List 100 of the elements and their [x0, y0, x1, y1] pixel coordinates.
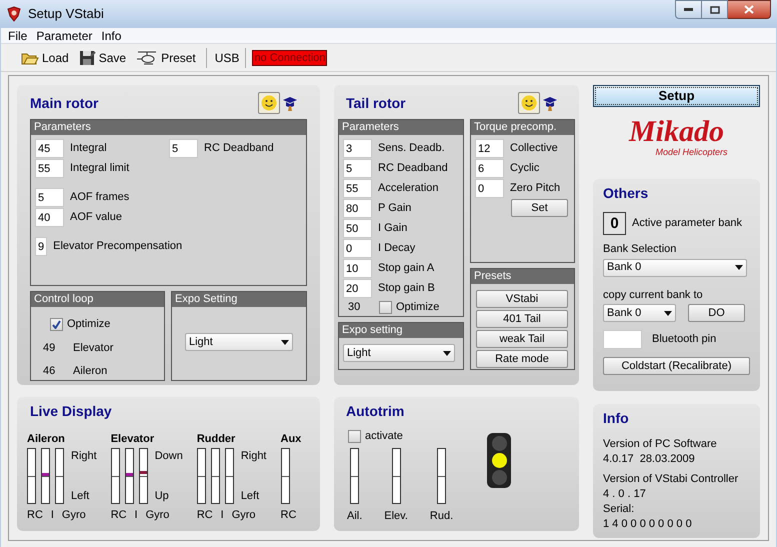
checkbox[interactable]	[348, 430, 361, 443]
input-field[interactable]: 9	[35, 237, 48, 256]
input-field[interactable]: 45	[35, 139, 64, 158]
menu-item[interactable]: Info	[101, 26, 122, 44]
input-field[interactable]: 12	[475, 139, 504, 158]
button[interactable]: 401 Tail	[476, 310, 568, 328]
field-label: AOF frames	[70, 190, 130, 206]
field-label: Bluetooth pin	[652, 332, 716, 348]
graduation-cap-icon[interactable]	[543, 96, 557, 110]
section-heading: Autotrim	[346, 402, 406, 421]
smiley-button[interactable]	[518, 92, 540, 114]
group-label: Aileron	[27, 432, 66, 445]
button[interactable]: Rate mode	[476, 350, 568, 368]
input-field[interactable]: 0	[343, 239, 372, 258]
input-field[interactable]: 40	[35, 208, 64, 227]
info-text: 4 . 0 . 17	[603, 487, 647, 502]
gauge-bar	[437, 448, 446, 504]
close-button[interactable]	[728, 0, 771, 19]
menu-item[interactable]: Parameter	[36, 26, 92, 44]
checkbox-label: Optimize	[67, 317, 110, 332]
info-text: 4.0.17 28.03.2009	[603, 452, 696, 467]
gauge-bar	[110, 448, 120, 504]
dropdown[interactable]: Bank 0	[603, 304, 676, 322]
smiley-icon	[521, 95, 537, 111]
bar-label: Rud.	[430, 508, 454, 524]
group-title: Control loop	[31, 292, 164, 307]
button[interactable]: VStabi	[476, 290, 568, 308]
section-heading: Info	[603, 409, 630, 428]
direction-label: Right	[240, 449, 266, 464]
caret-icon	[735, 265, 743, 270]
maximize-button[interactable]	[702, 0, 728, 19]
smiley-button[interactable]	[258, 92, 280, 114]
info-text: Serial:	[603, 502, 636, 517]
checkbox[interactable]	[379, 300, 392, 314]
maximize-icon	[710, 6, 720, 14]
smiley-icon	[261, 95, 277, 111]
input-field[interactable]: 5	[343, 159, 372, 178]
bar-label: RC	[27, 508, 43, 523]
bar-label: I	[50, 508, 55, 523]
input-field[interactable]: 6	[475, 159, 504, 178]
group-title: Presets	[471, 269, 574, 284]
minimize-button[interactable]	[675, 0, 702, 19]
dropdown[interactable]: Light	[185, 333, 293, 351]
input-field[interactable]: 5	[169, 139, 198, 158]
input-field[interactable]: 50	[343, 219, 372, 238]
gauge-bar	[350, 448, 360, 504]
value-text: 30	[347, 300, 362, 315]
group-label: Elevator	[110, 432, 156, 445]
direction-label: Up	[154, 488, 170, 504]
info-text: Version of VStabi Controller	[603, 472, 740, 487]
input-field[interactable]	[603, 330, 642, 349]
input-field[interactable]: 5	[35, 188, 64, 207]
logo: Mikado Model Helicopters	[628, 117, 729, 159]
button[interactable]: Set	[511, 199, 568, 217]
section-heading: Others	[603, 184, 650, 203]
floppy-icon	[78, 50, 96, 66]
input-field[interactable]: 20	[343, 279, 372, 298]
graduation-cap-icon[interactable]	[283, 96, 297, 110]
field-label: Acceleration	[378, 181, 439, 196]
field-label: AOF value	[70, 210, 122, 226]
helicopter-icon	[136, 50, 158, 65]
section-heading: Tail rotor	[346, 94, 406, 112]
button[interactable]: Coldstart (Recalibrate)	[603, 357, 750, 375]
field-label: Integral limit	[70, 161, 130, 176]
dropdown[interactable]: Bank 0	[603, 258, 747, 276]
direction-label: Left	[71, 488, 90, 504]
field-label: I Decay	[378, 241, 416, 256]
toolbar-button[interactable]: Load	[19, 48, 71, 66]
input-field[interactable]: 3	[343, 139, 372, 158]
input-field[interactable]: 55	[35, 159, 64, 178]
menu-item[interactable]: File	[8, 26, 28, 44]
info-text: 1 4 0 0 0 0 0 0 0 0	[603, 517, 693, 532]
section-heading: Main rotor	[30, 94, 98, 112]
toolbar-button[interactable]: Save	[76, 48, 128, 66]
dropdown[interactable]: Light	[343, 344, 455, 362]
group-label: Rudder	[196, 432, 236, 445]
field-label: Collective	[510, 141, 558, 156]
field-label: Cyclic	[510, 161, 540, 176]
bar-label: RC	[110, 508, 127, 523]
bar-label: RC	[196, 508, 213, 523]
checkbox[interactable]	[50, 318, 63, 331]
field-label: Stop gain B	[378, 281, 435, 296]
button[interactable]: DO	[688, 304, 745, 322]
bar-label: Gyro	[62, 508, 86, 523]
setup-button[interactable]: Setup	[593, 85, 760, 107]
input-field[interactable]: 80	[343, 199, 372, 218]
field-label: Bank Selection	[603, 242, 678, 257]
input-field[interactable]: 0	[475, 179, 504, 198]
value-label: Aileron	[73, 364, 108, 379]
field-label: copy current bank to	[603, 288, 704, 302]
input-field[interactable]: 55	[343, 179, 372, 198]
caret-icon	[281, 340, 289, 344]
gauge-bar	[224, 448, 234, 504]
button[interactable]: weak Tail	[476, 330, 568, 348]
input-field[interactable]: 10	[343, 259, 372, 278]
field-label: Integral	[70, 141, 107, 156]
toolbar-button[interactable]: Preset	[134, 48, 198, 66]
info-text: Version of PC Software	[603, 437, 718, 452]
caret-icon	[664, 310, 672, 316]
field-label: RC Deadband	[204, 141, 274, 156]
